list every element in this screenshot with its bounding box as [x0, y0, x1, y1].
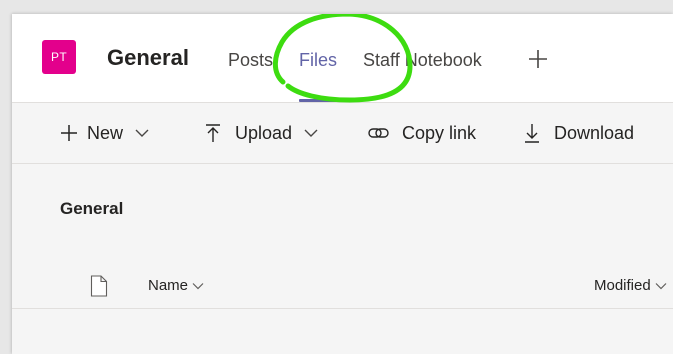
column-modified-label: Modified [594, 277, 651, 294]
chevron-down-icon [135, 129, 149, 137]
download-arrow-icon [525, 124, 539, 143]
file-list-header: Name Modified [12, 264, 673, 309]
chevron-down-icon [655, 282, 667, 289]
breadcrumb: General [60, 199, 124, 218]
column-name-label: Name [148, 277, 189, 294]
channel-title: General [107, 45, 189, 70]
upload-arrow-icon [206, 124, 220, 142]
chevron-down-icon [192, 282, 204, 289]
link-icon [368, 128, 389, 138]
download-button[interactable]: Download [524, 121, 634, 145]
files-toolbar: New Upload Copy link Download [12, 103, 673, 164]
channel-header: PT General Posts Files Staff Notebook [12, 14, 673, 103]
upload-label: Upload [235, 122, 293, 143]
chevron-down-icon [304, 129, 318, 137]
tab-staff-notebook[interactable]: Staff Notebook [363, 50, 482, 71]
team-avatar[interactable]: PT [42, 40, 76, 74]
tab-posts[interactable]: Posts [228, 50, 273, 71]
copy-link-label: Copy link [402, 122, 477, 143]
new-label: New [87, 122, 124, 143]
active-tab-indicator [299, 99, 340, 102]
new-button[interactable]: New [60, 121, 149, 145]
document-icon [90, 275, 108, 297]
plus-icon [529, 50, 547, 68]
add-tab-button[interactable] [527, 48, 549, 70]
teams-window: PT General Posts Files Staff Notebook Ne… [12, 14, 673, 354]
plus-icon [61, 125, 77, 141]
download-label: Download [554, 122, 635, 143]
tab-files[interactable]: Files [299, 50, 337, 71]
upload-button[interactable]: Upload [205, 121, 318, 145]
column-header-name[interactable]: Name [148, 277, 204, 294]
column-header-modified[interactable]: Modified [594, 277, 667, 294]
copy-link-button[interactable]: Copy link [368, 121, 476, 145]
